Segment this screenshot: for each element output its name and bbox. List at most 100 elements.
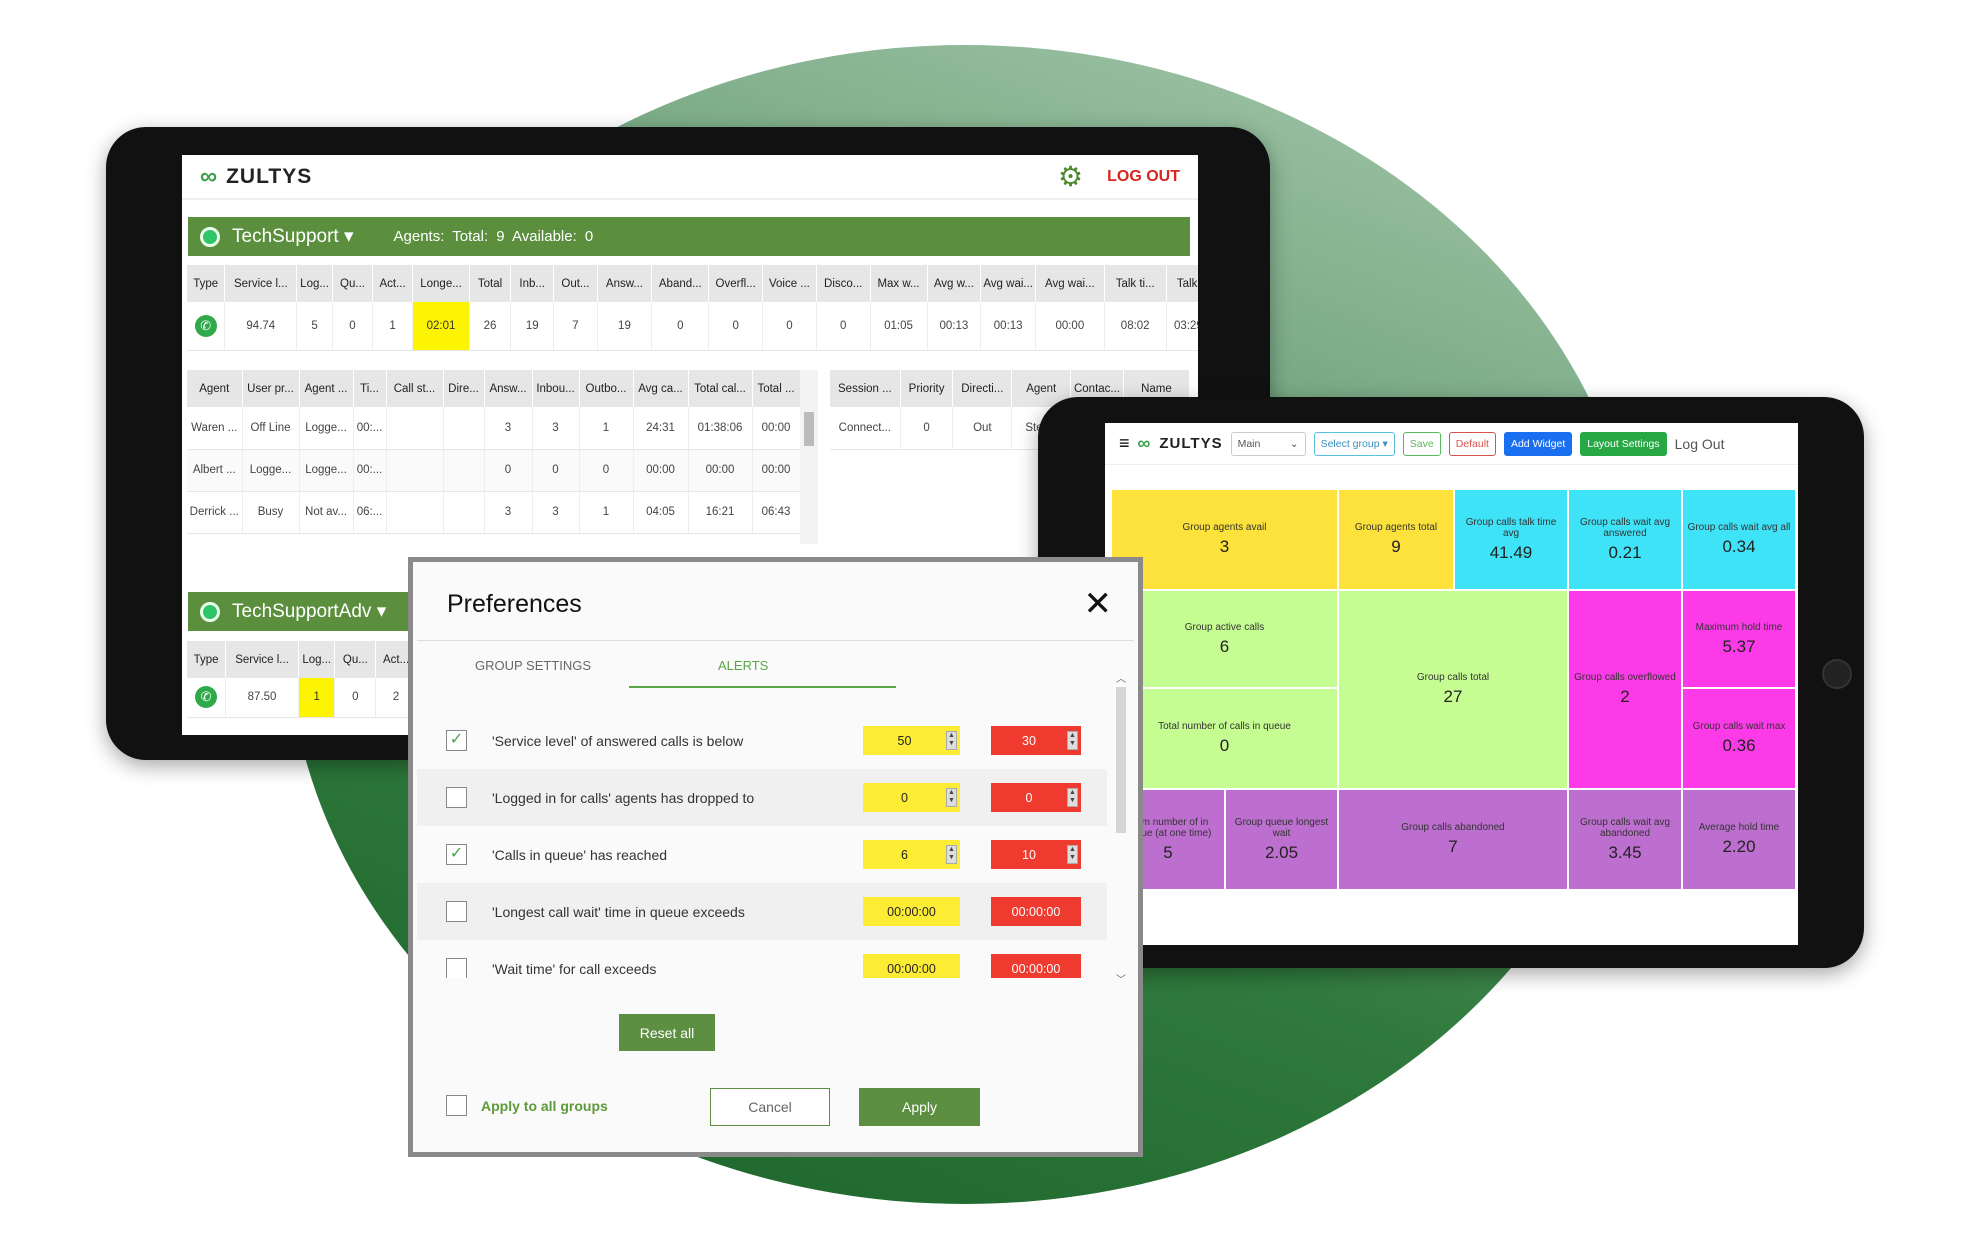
- table-row[interactable]: Albert ... Logge... Logge... 00:... 0 0 0 00:00…: [187, 449, 801, 492]
- column-header[interactable]: Qu...: [332, 265, 374, 302]
- column-header[interactable]: Avg wai...: [980, 265, 1037, 302]
- alerts-scrollbar[interactable]: ︿ ﹀: [1113, 670, 1129, 986]
- column-header[interactable]: Avg ca...: [633, 370, 689, 407]
- column-header[interactable]: Type: [187, 641, 227, 678]
- select-group-dropdown[interactable]: Select group ▾: [1313, 431, 1395, 456]
- column-header[interactable]: Longe...: [412, 265, 470, 302]
- column-header[interactable]: Total cal...: [688, 370, 753, 407]
- critical-threshold-input[interactable]: 30 ▲ ▼: [991, 726, 1081, 755]
- column-header[interactable]: Session ...: [830, 370, 901, 407]
- widget-tile[interactable]: Group calls abandoned 7: [1339, 790, 1567, 889]
- view-select[interactable]: Main ⌄: [1230, 431, 1306, 456]
- column-header[interactable]: Inbou...: [532, 370, 580, 407]
- critical-threshold-input[interactable]: 00:00:00: [991, 954, 1081, 978]
- column-header[interactable]: Voice ...: [762, 265, 817, 302]
- widget-tile[interactable]: Average hold time 2.20: [1683, 790, 1795, 889]
- close-icon[interactable]: ✕: [1084, 584, 1113, 624]
- warning-threshold-input[interactable]: 00:00:00: [863, 897, 960, 926]
- warning-threshold-input[interactable]: 00:00:00: [863, 954, 960, 978]
- column-header[interactable]: Dire...: [443, 370, 485, 407]
- warning-threshold-input[interactable]: 6 ▲ ▼: [863, 840, 960, 869]
- logout-link[interactable]: LOG OUT: [1107, 168, 1180, 186]
- column-header[interactable]: Disco...: [816, 265, 871, 302]
- group-dropdown[interactable]: TechSupport ▾: [232, 225, 354, 248]
- critical-threshold-input[interactable]: 0 ▲ ▼: [991, 783, 1081, 812]
- apply-all-groups-option[interactable]: Apply to all groups: [446, 1095, 608, 1116]
- tab-alerts[interactable]: ALERTS: [718, 658, 768, 673]
- menu-icon[interactable]: ≡: [1119, 433, 1130, 454]
- stepper-icon[interactable]: ▲ ▼: [946, 731, 957, 750]
- widget-tile[interactable]: Maximum hold time 5.37: [1683, 591, 1795, 687]
- column-header[interactable]: Total ...: [752, 370, 801, 407]
- widget-tile[interactable]: Group calls wait avg abandoned 3.45: [1569, 790, 1681, 889]
- critical-threshold-input[interactable]: 00:00:00: [991, 897, 1081, 926]
- apply-all-groups-checkbox[interactable]: [446, 1095, 467, 1116]
- table-row[interactable]: ✆ 94.74 5 0 1 02:01 26 19 7 19 0 0 0 0 01:05 00:13 00:13…: [187, 302, 1198, 351]
- stepper-icon[interactable]: ▲ ▼: [1067, 845, 1078, 864]
- scroll-up-icon[interactable]: ︿: [1113, 670, 1129, 685]
- column-header[interactable]: Service l...: [224, 265, 298, 302]
- widget-tile[interactable]: Group calls overflowed 2: [1569, 591, 1681, 788]
- column-header[interactable]: Overfl...: [708, 265, 764, 302]
- column-header[interactable]: Directi...: [952, 370, 1013, 407]
- widget-tile[interactable]: Group calls wait avg answered 0.21: [1569, 490, 1681, 589]
- warning-threshold-input[interactable]: 0 ▲ ▼: [863, 783, 960, 812]
- column-header[interactable]: Avg wai...: [1035, 265, 1105, 302]
- logout-link[interactable]: Log Out: [1675, 436, 1725, 452]
- widget-tile[interactable]: Group calls wait avg all 0.34: [1683, 490, 1795, 589]
- default-button[interactable]: Default: [1448, 431, 1496, 456]
- column-header[interactable]: Talk ti...: [1166, 265, 1198, 302]
- column-header[interactable]: Agent: [187, 370, 243, 407]
- column-header[interactable]: Max w...: [870, 265, 928, 302]
- column-header[interactable]: Priority: [900, 370, 954, 407]
- add-widget-button[interactable]: Add Widget: [1503, 431, 1573, 456]
- column-header[interactable]: Type: [187, 265, 226, 302]
- critical-threshold-input[interactable]: 10 ▲ ▼: [991, 840, 1081, 869]
- alert-checkbox[interactable]: ✓: [446, 844, 467, 865]
- column-header[interactable]: Agent ...: [299, 370, 354, 407]
- reset-all-button[interactable]: Reset all: [619, 1014, 715, 1051]
- layout-settings-button[interactable]: Layout Settings: [1580, 431, 1667, 456]
- alert-checkbox[interactable]: [446, 901, 467, 922]
- widget-tile[interactable]: Group calls talk time avg 41.49: [1455, 490, 1567, 589]
- alert-checkbox[interactable]: ✓: [446, 730, 467, 751]
- stepper-icon[interactable]: ▲ ▼: [1067, 788, 1078, 807]
- widget-tile[interactable]: Group agents total 9: [1339, 490, 1453, 589]
- table-row[interactable]: ✆ 87.50 1 0 2: [187, 678, 417, 718]
- column-header[interactable]: Log...: [296, 265, 333, 302]
- scroll-down-icon[interactable]: ﹀: [1113, 971, 1129, 986]
- column-header[interactable]: Total: [469, 265, 512, 302]
- cancel-button[interactable]: Cancel: [710, 1088, 830, 1126]
- stepper-icon[interactable]: ▲ ▼: [946, 788, 957, 807]
- save-button[interactable]: Save: [1402, 431, 1441, 456]
- column-header[interactable]: Qu...: [334, 641, 377, 678]
- alert-checkbox[interactable]: [446, 958, 467, 978]
- widget-tile[interactable]: Group agents avail 3: [1112, 490, 1337, 589]
- table-row[interactable]: Waren ... Off Line Logge... 00:... 3 3 1 24:31 0…: [187, 407, 801, 450]
- table-row[interactable]: Derrick ... Busy Not av... 06:... 3 3 1 04:05 16…: [187, 491, 801, 534]
- tab-group-settings[interactable]: GROUP SETTINGS: [475, 658, 591, 673]
- column-header[interactable]: Act...: [372, 265, 414, 302]
- group-dropdown[interactable]: TechSupportAdv ▾: [232, 600, 386, 623]
- column-header[interactable]: Answ...: [597, 265, 653, 302]
- stepper-icon[interactable]: ▲ ▼: [946, 845, 957, 864]
- column-header[interactable]: Out...: [553, 265, 598, 302]
- column-header[interactable]: Service l...: [225, 641, 300, 678]
- warning-threshold-input[interactable]: 50 ▲ ▼: [863, 726, 960, 755]
- stepper-icon[interactable]: ▲ ▼: [1067, 731, 1078, 750]
- widget-tile[interactable]: Group calls total 27: [1339, 591, 1567, 788]
- widget-tile[interactable]: Group calls wait max 0.36: [1683, 689, 1795, 788]
- column-header[interactable]: Answ...: [484, 370, 533, 407]
- column-header[interactable]: User pr...: [242, 370, 300, 407]
- gear-icon[interactable]: ⚙: [1058, 160, 1083, 193]
- column-header[interactable]: Talk ti...: [1104, 265, 1167, 302]
- apply-button[interactable]: Apply: [859, 1088, 980, 1126]
- widget-tile[interactable]: Group queue longest wait 2.05: [1226, 790, 1337, 889]
- column-header[interactable]: Avg w...: [927, 265, 982, 302]
- widget-tile[interactable]: Group active calls 6: [1112, 591, 1337, 687]
- widget-tile[interactable]: Total number of calls in queue 0: [1112, 689, 1337, 788]
- column-header[interactable]: Log...: [298, 641, 336, 678]
- column-header[interactable]: Call st...: [386, 370, 444, 407]
- column-header[interactable]: Ti...: [353, 370, 387, 407]
- alert-checkbox[interactable]: [446, 787, 467, 808]
